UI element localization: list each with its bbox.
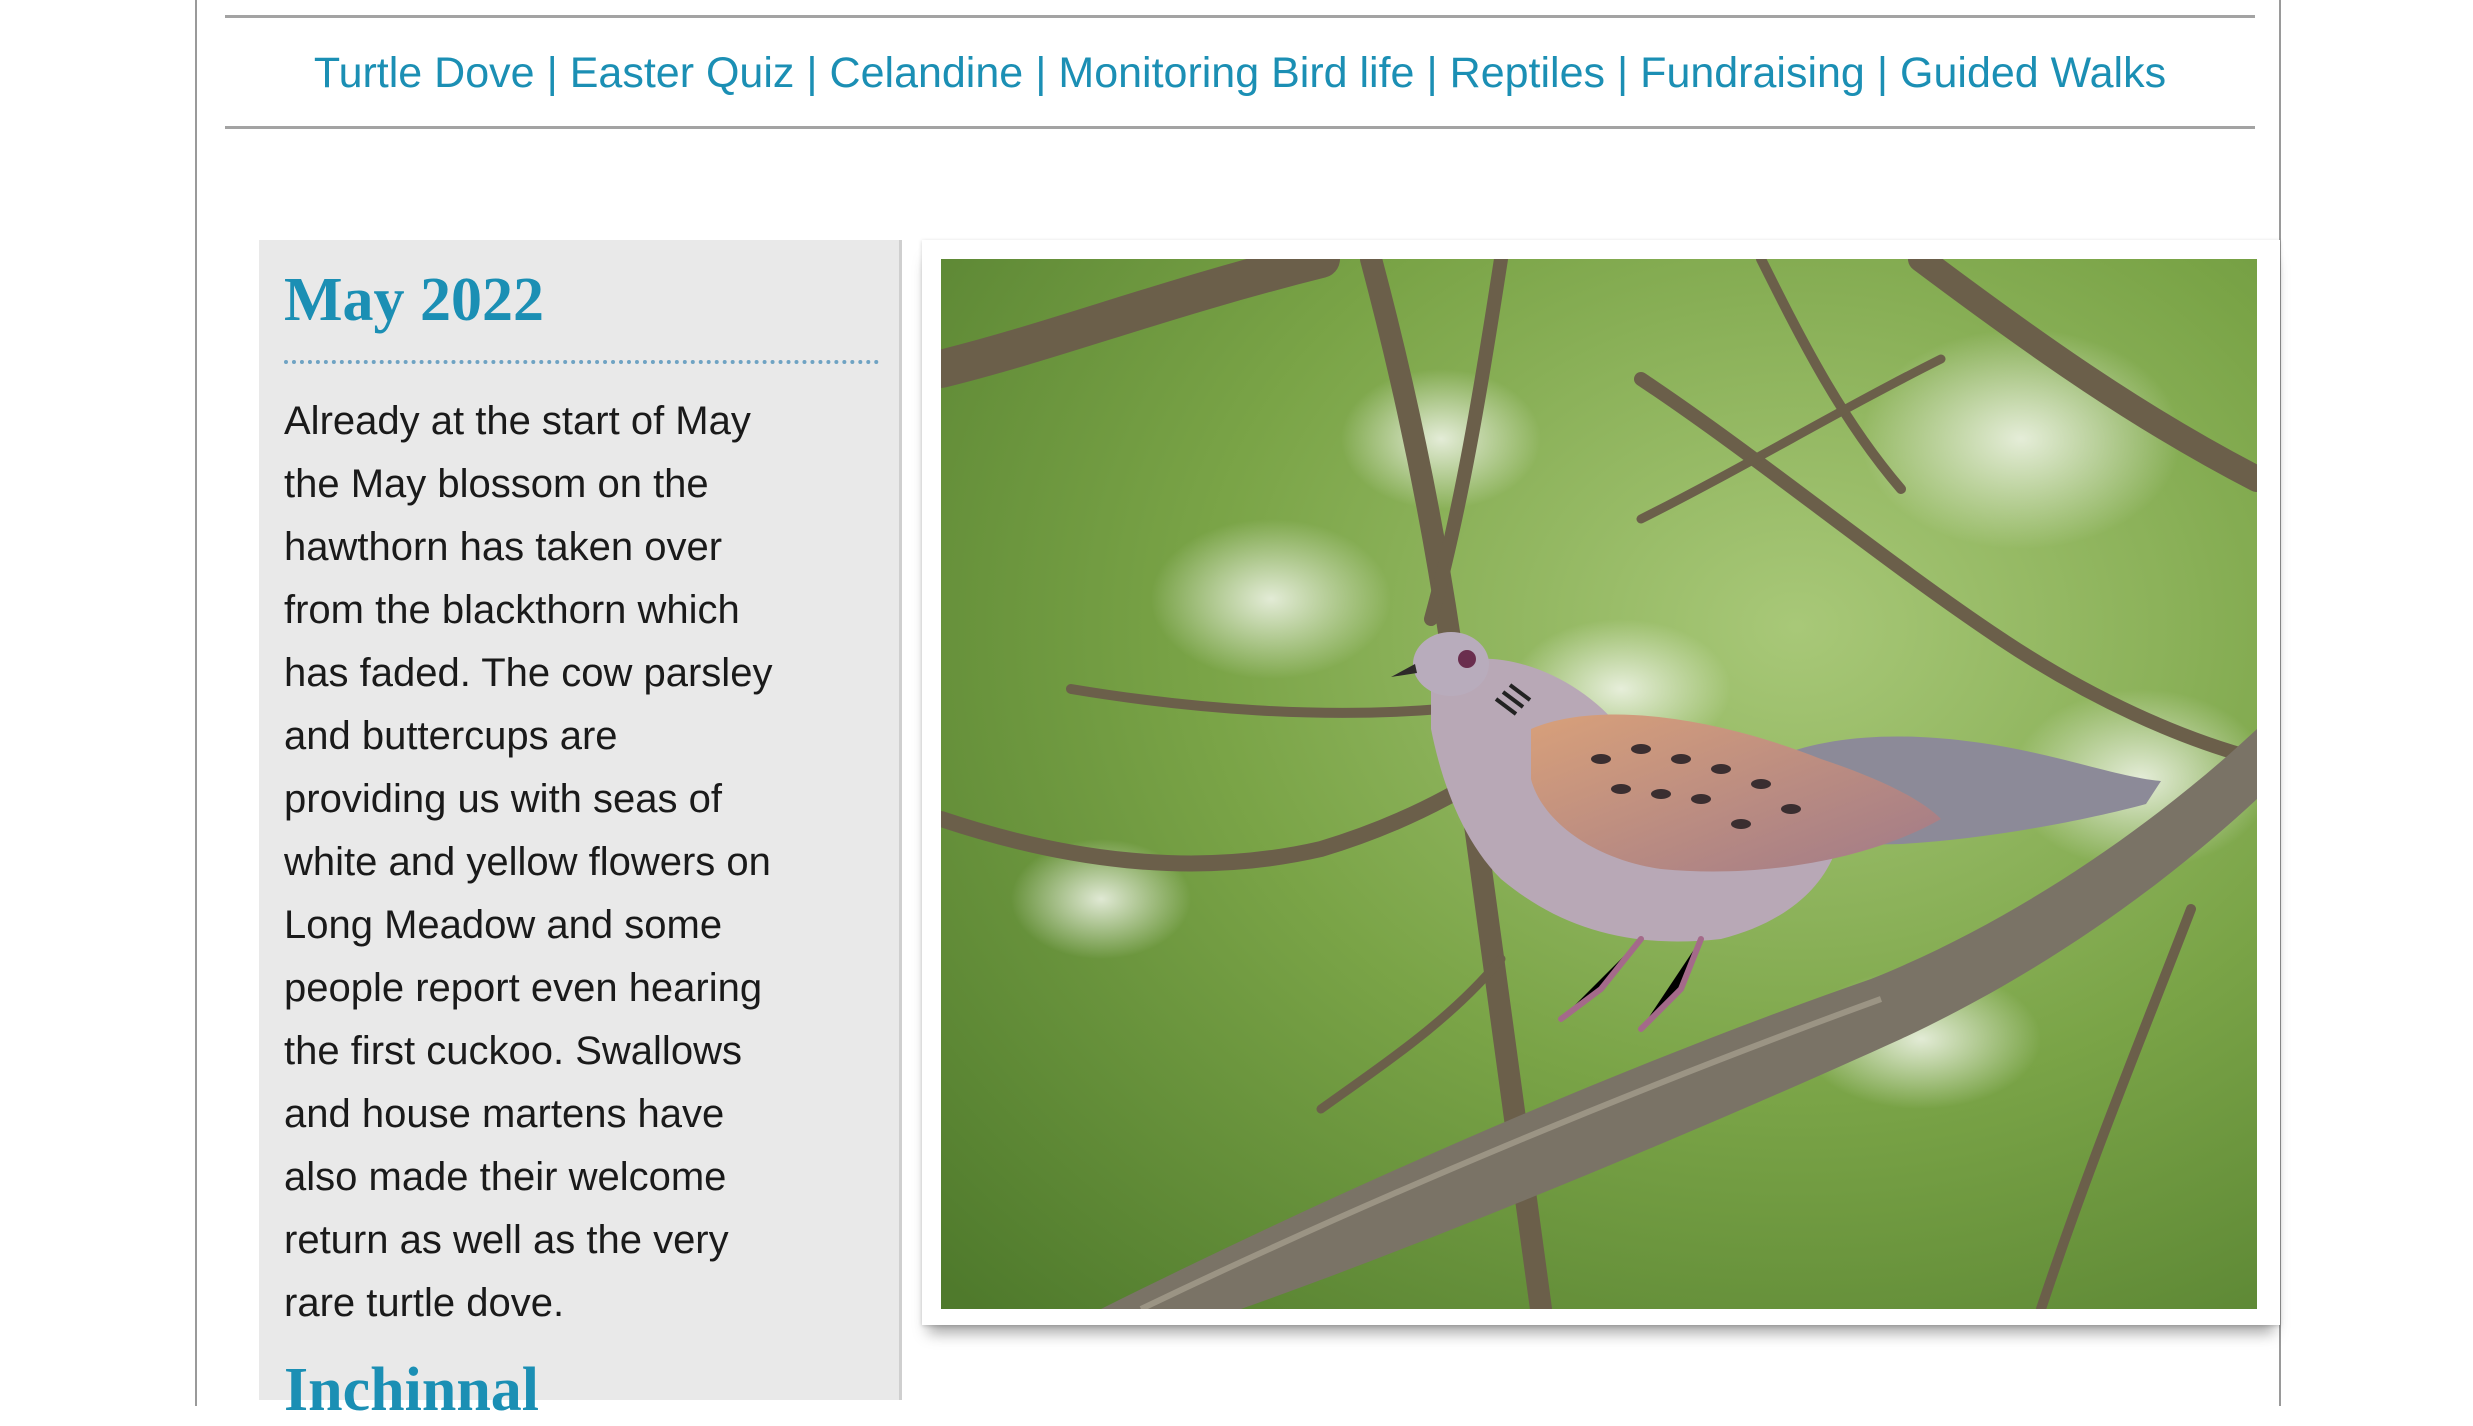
body-line: hawthorn has taken over — [284, 525, 723, 569]
nav-link-fundraising[interactable]: Fundraising — [1640, 49, 1865, 98]
news-sidebar: May 2022 Already at the start of May the… — [259, 240, 902, 1424]
body-line: return as well as the very — [284, 1218, 729, 1262]
nav-bottom-rule — [225, 126, 2255, 129]
dotted-divider — [284, 360, 879, 364]
body-line: white and yellow flowers on — [284, 840, 771, 884]
nav-separator: | — [1426, 48, 1438, 97]
nav-link-easter-quiz[interactable]: Easter Quiz — [570, 49, 795, 98]
body-line: Long Meadow and some — [284, 903, 723, 947]
body-line: the May blossom on the — [284, 462, 709, 506]
nav-link-celandine[interactable]: Celandine — [830, 49, 1024, 98]
turtle-dove-illustration — [941, 259, 2257, 1309]
sidebar-body-text: Already at the start of May the May blos… — [284, 390, 844, 1335]
top-navigation: Turtle Dove | Easter Quiz | Celandine | … — [225, 40, 2255, 106]
nav-separator: | — [806, 48, 818, 97]
body-line: from the blackthorn which — [284, 588, 740, 632]
turtle-dove-photo — [941, 259, 2257, 1309]
nav-top-rule — [225, 15, 2255, 18]
body-line: also made their welcome — [284, 1155, 727, 1199]
body-line: has faded. The cow parsley — [284, 651, 773, 695]
nav-link-monitoring-bird-life[interactable]: Monitoring Bird life — [1058, 49, 1414, 98]
nav-link-reptiles[interactable]: Reptiles — [1450, 49, 1605, 98]
nav-link-guided-walks[interactable]: Guided Walks — [1900, 49, 2166, 98]
body-line: people report even hearing — [284, 966, 763, 1010]
body-line: and house martens have — [284, 1092, 725, 1136]
nav-separator: | — [1876, 48, 1889, 97]
body-line: Already at the start of May — [284, 399, 751, 443]
sidebar-title: May 2022 — [284, 266, 545, 334]
nav-link-turtle-dove[interactable]: Turtle Dove — [314, 49, 535, 98]
nav-separator: | — [1617, 48, 1629, 97]
body-line: and buttercups are — [284, 714, 618, 758]
nav-separator: | — [1035, 48, 1047, 97]
body-line: the first cuckoo. Swallows — [284, 1029, 742, 1073]
photo-frame — [922, 240, 2280, 1325]
body-line: providing us with seas of — [284, 777, 723, 821]
nav-separator: | — [546, 48, 558, 97]
body-line: rare turtle dove. — [284, 1281, 565, 1325]
